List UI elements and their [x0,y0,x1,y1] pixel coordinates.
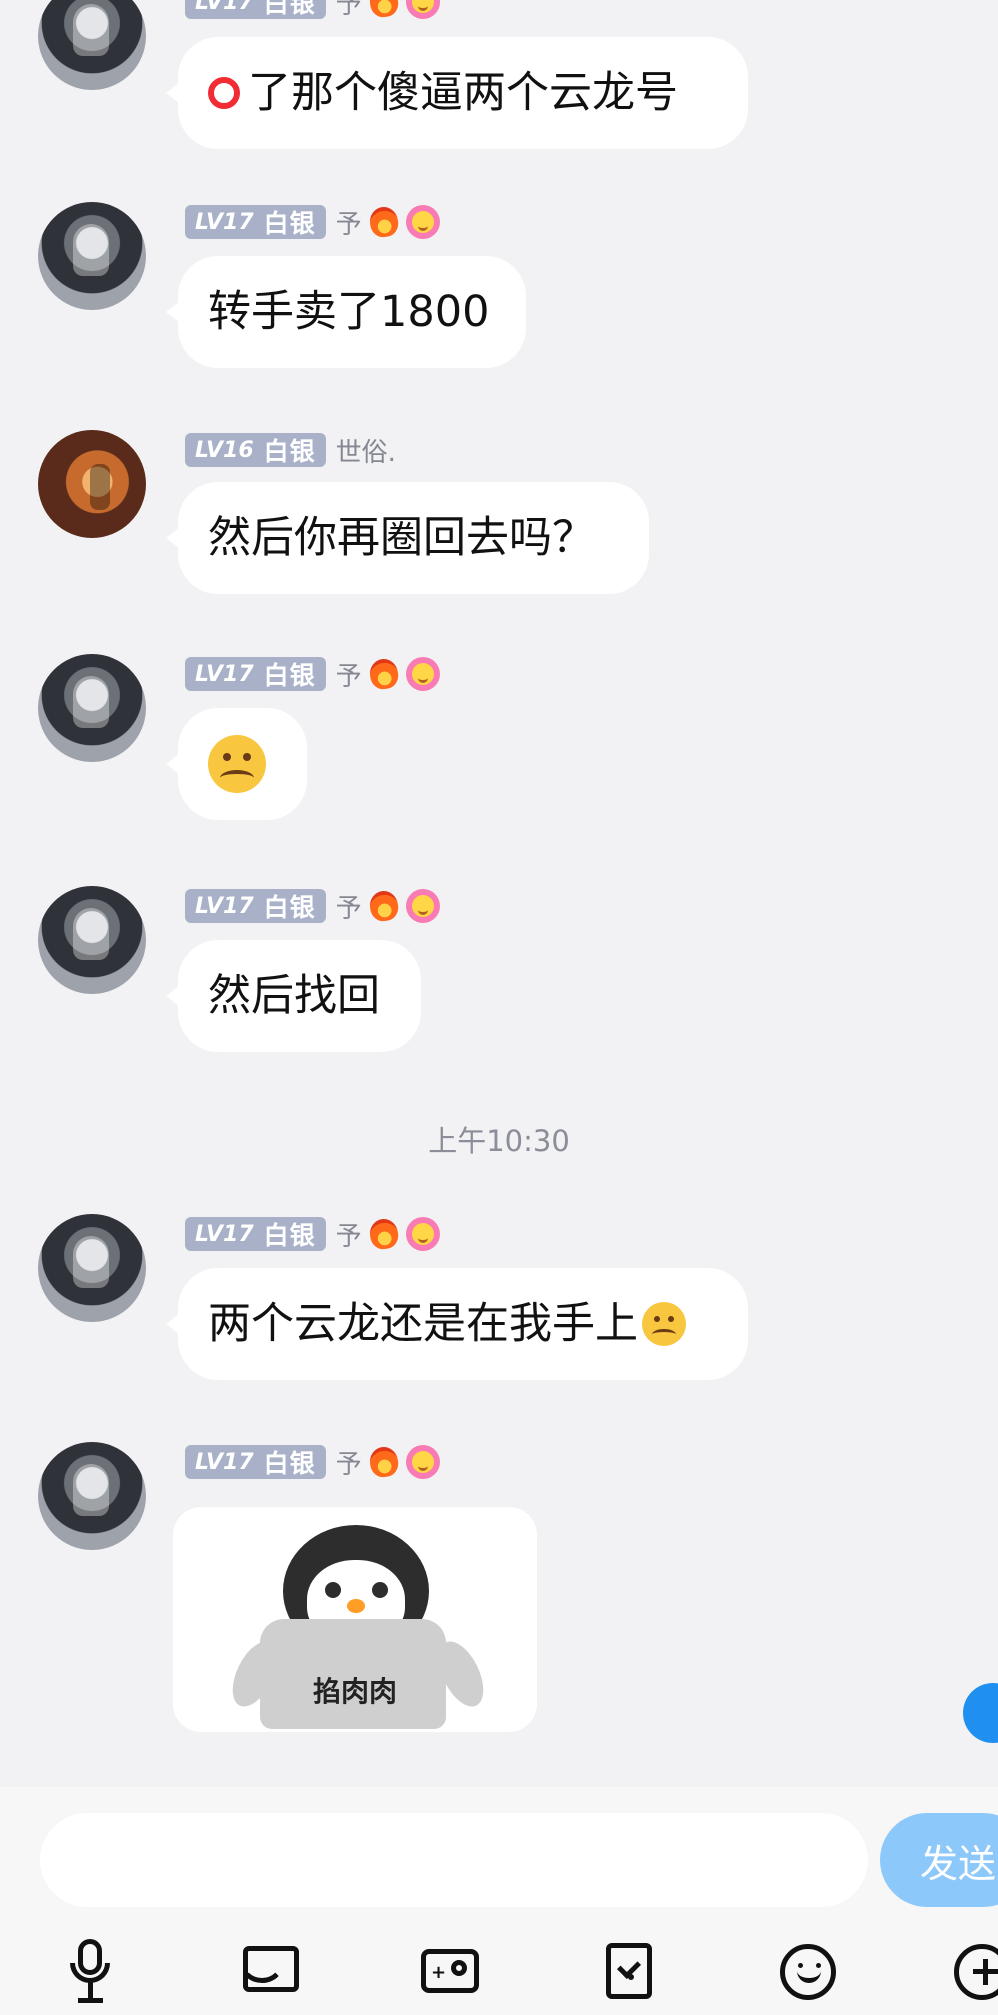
emoji-icon [208,735,266,793]
avatar[interactable] [38,202,146,310]
penguin-left-eye [325,1582,341,1598]
rank-text: 白银 [263,0,316,18]
smile-face [780,1944,836,2000]
floating-button[interactable] [963,1683,998,1743]
input-bar: 发送 + [0,1787,998,2015]
message-meta: LV17 白银 予 [185,886,440,926]
level-text: LV17 [195,661,254,687]
mic-stem [88,1982,93,1998]
level-text: LV16 [195,437,254,463]
level-badge: LV16 白银 [185,433,326,467]
emoji-icon [642,1302,686,1346]
sender-name: 予 [335,893,362,924]
level-badge: LV17 白银 [185,657,326,691]
message-bubble[interactable]: 然后你再圈回去吗？ [166,482,649,594]
fire-icon [367,0,400,19]
message-meta: LV16 白银 世俗. [185,430,396,470]
level-badge: LV17 白银 [185,0,326,19]
sticker-message[interactable]: 掐肉肉 [173,1507,537,1732]
avatar[interactable] [38,886,146,994]
message-bubble[interactable]: 了那个傻逼两个云龙号 [166,37,748,149]
message-text: 转手卖了1800 [208,286,490,337]
message-meta: LV17 白银 予 [185,1214,440,1254]
red-envelope-icon[interactable] [596,1939,662,2005]
sender-name: 予 [335,1221,362,1252]
avatar[interactable] [38,1214,146,1322]
level-text: LV17 [195,209,254,235]
face-icon [405,657,440,691]
send-button[interactable]: 发送 [880,1813,998,1907]
message-text: 然后找回 [208,970,380,1021]
fire-icon [367,889,400,923]
message-bubble[interactable]: 转手卖了1800 [166,256,526,368]
message-text: 了那个傻逼两个云龙号 [248,67,678,118]
penguin-right-eye [372,1582,388,1598]
message-meta: LV17 白银 予 [185,654,440,694]
face-icon [405,1445,440,1479]
fire-icon [367,1445,400,1479]
message-meta: LV17 白银 予 [185,1442,440,1482]
ring-icon [208,77,240,109]
sender-name: 予 [335,209,362,240]
rank-text: 白银 [263,893,316,922]
sender-name: 世俗. [335,437,396,468]
face-icon [405,205,440,239]
fire-icon [367,1217,400,1251]
face-icon [405,1217,440,1251]
plus-icon[interactable] [954,1939,998,2005]
smile-icon[interactable] [775,1939,841,2005]
level-badge: LV17 白银 [185,205,326,239]
penguin-beak [347,1599,365,1613]
avatar[interactable] [38,430,146,538]
mic-foot [78,1998,103,2003]
face-icon [405,889,440,923]
red-envelope-shape [606,1943,652,1999]
level-badge: LV17 白银 [185,889,326,923]
level-text: LV17 [195,0,254,15]
level-text: LV17 [195,893,254,919]
camera-lens [451,1960,467,1976]
sender-name: 予 [335,0,362,20]
message-text: 两个云龙还是在我手上 [208,1298,638,1349]
sender-name: 予 [335,661,362,692]
sender-name: 予 [335,1449,362,1480]
level-text: LV17 [195,1221,254,1247]
avatar[interactable] [38,0,146,90]
mic-icon[interactable] [58,1939,124,2005]
message-text: 然后你再圈回去吗？ [208,512,595,563]
mic-base [70,1963,110,1983]
avatar[interactable] [38,654,146,762]
rank-text: 白银 [263,1449,316,1478]
camera-plus: + [431,1962,447,1983]
level-badge: LV17 白银 [185,1445,326,1479]
message-bubble[interactable]: 然后找回 [166,940,421,1052]
fire-icon [367,657,400,691]
message-bubble[interactable] [166,708,307,820]
message-meta: LV17 白银 予 [185,202,440,242]
plus-circle [954,1944,998,2000]
camera-body [421,1949,479,1993]
level-text: LV17 [195,1449,254,1475]
rank-text: 白银 [263,209,316,238]
message-bubble[interactable]: 两个云龙还是在我手上 [166,1268,748,1380]
camera-icon[interactable]: + [417,1939,483,2005]
avatar[interactable] [38,1442,146,1550]
message-meta: LV17 白银 予 [185,0,440,22]
face-icon [405,0,440,19]
level-badge: LV17 白银 [185,1217,326,1251]
rank-text: 白银 [263,437,316,466]
cast-icon[interactable] [238,1939,304,2005]
fire-icon [367,205,400,239]
rank-text: 白银 [263,1221,316,1250]
message-input[interactable] [40,1813,868,1907]
time-separator: 上午10:30 [428,1124,570,1158]
rank-text: 白银 [263,661,316,690]
sticker-text: 掐肉肉 [312,1675,397,1708]
